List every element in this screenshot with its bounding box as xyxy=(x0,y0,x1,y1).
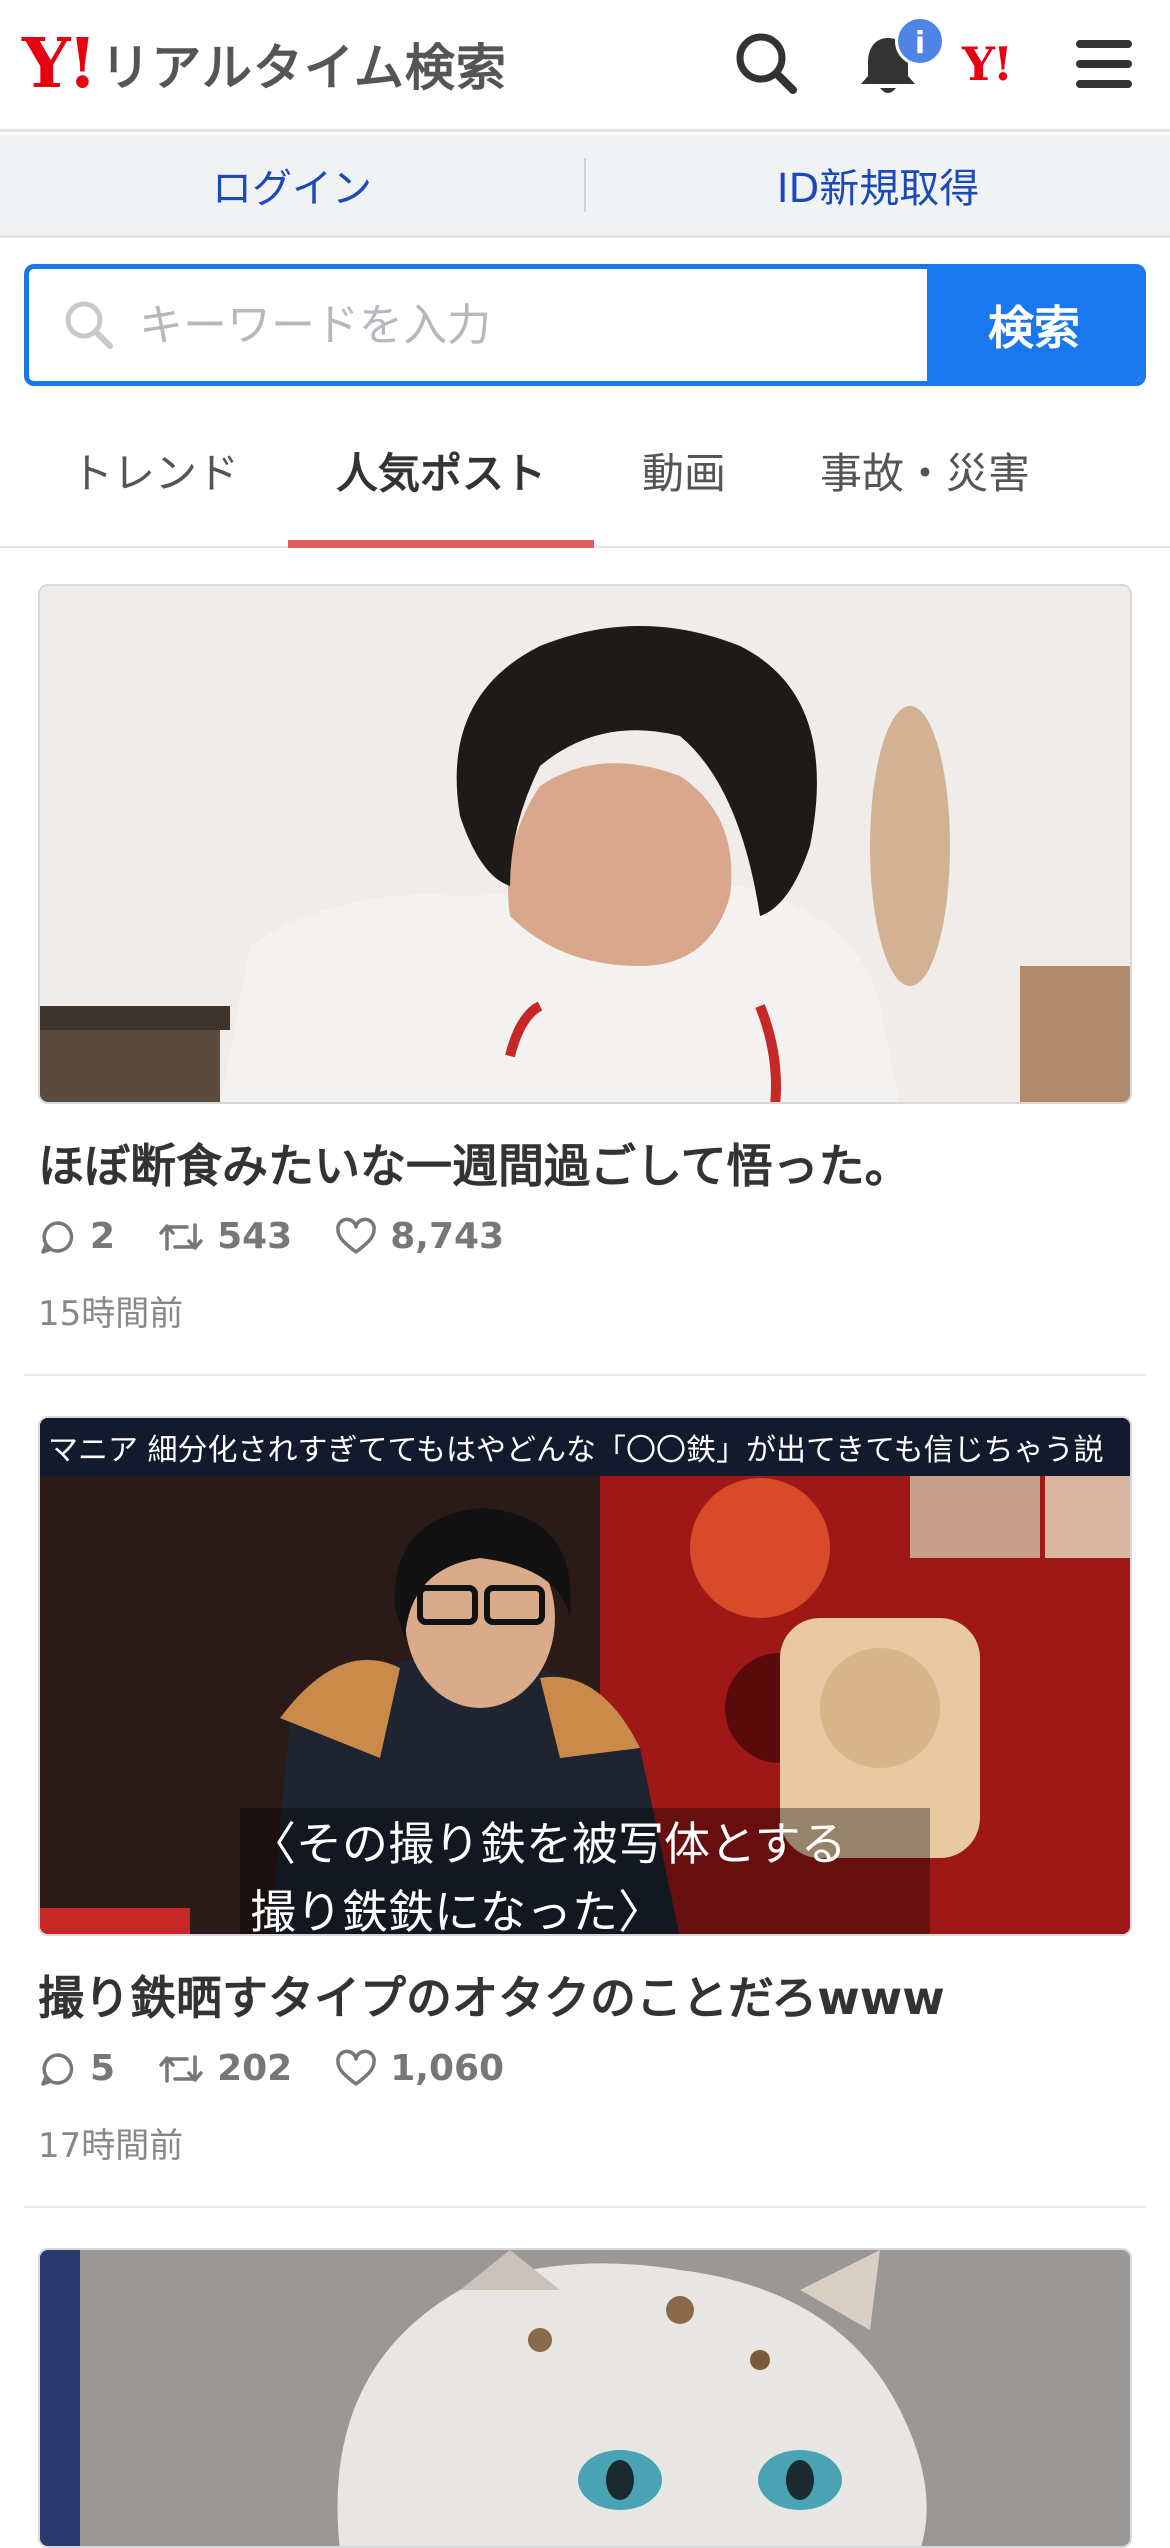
post-card[interactable] xyxy=(24,2248,1146,2548)
yahoo-japan-icon[interactable]: Y! xyxy=(962,24,1042,104)
tab-video[interactable]: 動画 xyxy=(614,410,754,548)
post-title[interactable]: ほぼ断食みたいな一週間過ごして悟った。 xyxy=(38,1130,911,1196)
heart-icon xyxy=(336,2049,377,2086)
account-bar: ログイン ID新規取得 xyxy=(0,135,1170,238)
tv-caption-line2: 撮り鉄鉄になった〉 xyxy=(250,1885,664,1936)
search-form: 検索 xyxy=(24,264,1146,386)
tab-popular-posts[interactable]: 人気ポスト xyxy=(288,410,594,548)
post-image[interactable]: マニア 細分化されすぎててもはやどんな「〇〇鉄」が出てきても信じちゃう説 〈その… xyxy=(38,1416,1132,1936)
like-count[interactable]: 1,060 xyxy=(334,2048,504,2089)
tab-trend[interactable]: トレンド xyxy=(40,410,270,548)
reply-icon xyxy=(41,1220,74,1254)
post-image[interactable] xyxy=(38,584,1132,1104)
logo-text: リアルタイム検索 xyxy=(100,39,507,97)
like-count-value: 8,743 xyxy=(390,1216,505,1257)
tv-caption-line1: 〈その撮り鉄を被写体とする xyxy=(250,1817,847,1871)
post-timestamp: 17時間前 xyxy=(38,2126,184,2166)
repost-count[interactable]: 202 xyxy=(157,2048,292,2089)
post-stats: 5 202 1,060 xyxy=(38,2048,546,2089)
post-image[interactable] xyxy=(38,2248,1132,2548)
reply-count[interactable]: 2 xyxy=(38,1216,115,1257)
repost-count-value: 202 xyxy=(217,2048,293,2089)
repost-count[interactable]: 543 xyxy=(157,1216,292,1257)
reply-count[interactable]: 5 xyxy=(38,2048,115,2089)
logo-mark: Y! xyxy=(22,24,97,104)
search-field-icon xyxy=(65,301,113,349)
repost-icon xyxy=(159,1222,203,1251)
reply-count-value: 2 xyxy=(90,1216,116,1257)
tv-top-caption: マニア 細分化されすぎててもはやどんな「〇〇鉄」が出てきても信じちゃう説 xyxy=(48,1433,1104,1468)
category-tabs: トレンド 人気ポスト 動画 事故・災害 xyxy=(0,410,1170,548)
search-icon[interactable] xyxy=(727,24,807,104)
register-link[interactable]: ID新規取得 xyxy=(586,156,1170,214)
app-header: Y! リアルタイム検索 i Y! xyxy=(0,0,1170,132)
reply-icon xyxy=(41,2052,74,2086)
post-divider xyxy=(24,1374,1146,1376)
post-stats: 2 543 8,743 xyxy=(38,1216,546,1257)
post-card[interactable]: ほぼ断食みたいな一週間過ごして悟った。 2 543 8,743 15時間前 xyxy=(24,584,1146,1344)
reply-count-value: 5 xyxy=(90,2048,116,2089)
notification-badge[interactable]: i xyxy=(895,16,945,66)
search-field-wrap[interactable] xyxy=(29,269,927,381)
login-link[interactable]: ログイン xyxy=(0,156,584,214)
like-count[interactable]: 8,743 xyxy=(334,1216,504,1257)
search-button[interactable]: 検索 xyxy=(927,269,1141,381)
post-title[interactable]: 撮り鉄晒すタイプのオタクのことだろwww xyxy=(38,1962,945,2028)
repost-icon xyxy=(159,2054,203,2083)
heart-icon xyxy=(336,1217,377,1254)
post-card[interactable]: マニア 細分化されすぎててもはやどんな「〇〇鉄」が出てきても信じちゃう説 〈その… xyxy=(24,1416,1146,2176)
yahoo-japan-mark: Y! xyxy=(962,37,1013,91)
yahoo-realtime-logo[interactable]: Y! リアルタイム検索 xyxy=(22,24,507,104)
like-count-value: 1,060 xyxy=(390,2048,505,2089)
tab-accident-disaster[interactable]: 事故・災害 xyxy=(790,410,1060,548)
repost-count-value: 543 xyxy=(217,1216,293,1257)
post-divider xyxy=(24,2206,1146,2208)
post-timestamp: 15時間前 xyxy=(38,1294,184,1334)
search-input[interactable] xyxy=(139,299,839,351)
hamburger-menu-icon[interactable] xyxy=(1064,24,1144,104)
